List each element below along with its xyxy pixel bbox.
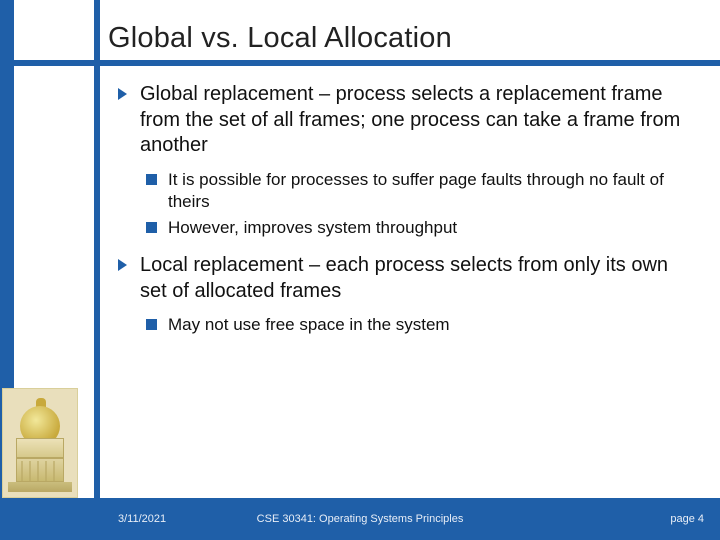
footer-page: page 4 <box>670 513 704 525</box>
bullet-text: Global replacement – process selects a r… <box>140 83 680 156</box>
bullet-level2: May not use free space in the system <box>146 314 692 336</box>
vertical-rule <box>94 0 100 498</box>
triangle-bullet-icon <box>118 88 127 100</box>
header-rule-cap <box>14 60 94 66</box>
subbullet-text: It is possible for processes to suffer p… <box>168 170 664 211</box>
bullet-level1: Local replacement – each process selects… <box>118 253 692 304</box>
square-bullet-icon <box>146 222 157 233</box>
bullet-level2: However, improves system throughput <box>146 217 692 239</box>
triangle-bullet-icon <box>118 259 127 271</box>
page-title: Global vs. Local Allocation <box>108 22 452 55</box>
bullet-text: Local replacement – each process selects… <box>140 254 668 302</box>
title-area: Global vs. Local Allocation <box>108 8 704 68</box>
bullet-level2: It is possible for processes to suffer p… <box>146 169 692 213</box>
square-bullet-icon <box>146 319 157 330</box>
footer-course: CSE 30341: Operating Systems Principles <box>257 513 464 525</box>
content-area: Global replacement – process selects a r… <box>118 82 692 350</box>
slide: Global vs. Local Allocation Global repla… <box>0 0 720 540</box>
footer-date: 3/11/2021 <box>118 513 166 525</box>
footer-bar: 3/11/2021 CSE 30341: Operating Systems P… <box>0 498 720 540</box>
dome-building-icon <box>6 404 74 494</box>
subbullet-text: May not use free space in the system <box>168 315 450 334</box>
subbullet-group: May not use free space in the system <box>146 314 692 336</box>
bullet-level1: Global replacement – process selects a r… <box>118 82 692 159</box>
subbullet-group: It is possible for processes to suffer p… <box>146 169 692 239</box>
subbullet-text: However, improves system throughput <box>168 218 457 237</box>
square-bullet-icon <box>146 174 157 185</box>
